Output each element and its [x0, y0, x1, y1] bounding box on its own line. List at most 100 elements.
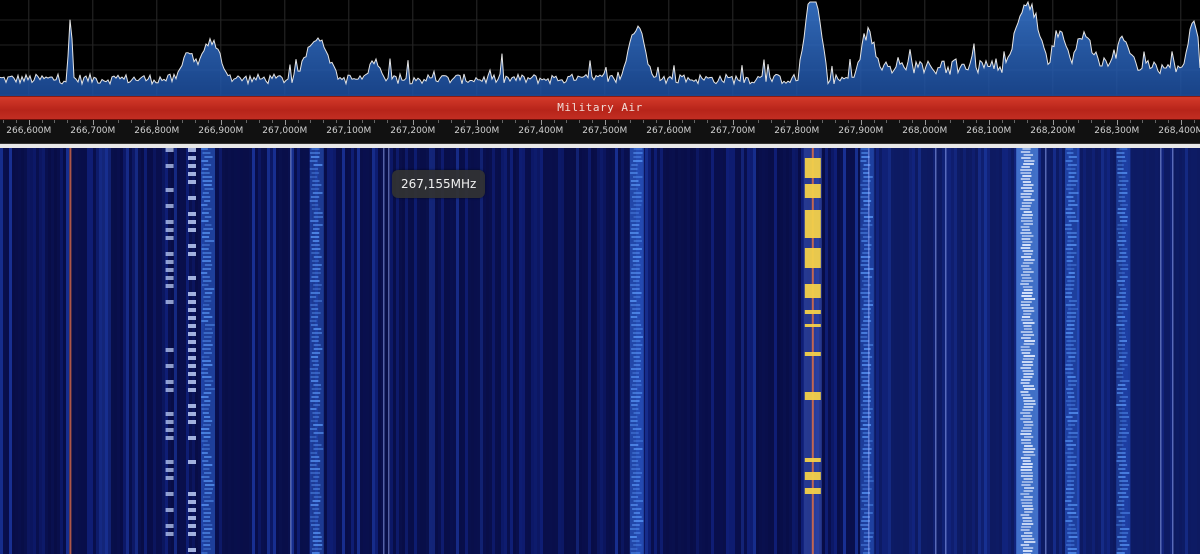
signal-speckle	[860, 428, 868, 430]
waterfall-signal[interactable]	[629, 148, 644, 554]
waterfall-signal[interactable]	[1065, 148, 1079, 554]
frequency-axis[interactable]: 266,600M 266,700M 266,800M 266,900M 267,000M…	[0, 120, 1200, 144]
signal-speckle	[203, 164, 212, 166]
signal-speckle	[1024, 445, 1033, 447]
signal-speckle	[860, 160, 867, 162]
axis-minor-tick	[1078, 120, 1080, 123]
spectrum-plot[interactable]	[0, 0, 1200, 96]
signal-speckle	[1065, 296, 1073, 298]
waterfall-signal[interactable]	[803, 148, 822, 554]
signal-speckle	[1067, 280, 1075, 282]
signal-speckle	[630, 416, 638, 418]
burst-segment	[188, 220, 196, 224]
signal-speckle	[202, 376, 212, 378]
signal-speckle	[1065, 212, 1076, 214]
axis-minor-tick	[502, 120, 504, 123]
axis-minor-tick	[3, 120, 5, 123]
axis-minor-tick	[169, 120, 171, 123]
axis-minor-tick	[1091, 120, 1093, 123]
signal-speckle	[1068, 220, 1079, 222]
burst-segment	[188, 380, 196, 384]
noise-column	[483, 148, 486, 554]
noise-column	[162, 148, 165, 554]
signal-speckle	[1020, 382, 1030, 384]
waterfall-signal[interactable]	[69, 148, 72, 554]
waterfall-signal[interactable]	[1116, 148, 1131, 554]
signal-speckle	[630, 388, 638, 390]
signal-speckle	[1065, 348, 1076, 350]
noise-column	[855, 148, 858, 554]
signal-speckle	[1119, 396, 1128, 398]
signal-speckle	[311, 276, 319, 278]
signal-speckle	[862, 448, 872, 450]
noise-column	[699, 148, 702, 554]
waterfall-signal[interactable]	[309, 148, 324, 554]
noise-column	[756, 148, 759, 554]
signal-speckle	[204, 328, 212, 330]
signal-speckle	[1020, 304, 1031, 306]
noise-column	[609, 148, 612, 554]
burst-segment	[188, 196, 196, 200]
axis-tick-label: 268,400M	[1158, 126, 1200, 136]
spectrum-display[interactable]	[0, 0, 1200, 96]
signal-speckle	[313, 224, 323, 226]
noise-column	[339, 148, 342, 554]
waterfall-plot[interactable]	[0, 148, 1200, 554]
signal-speckle	[1022, 427, 1032, 429]
signal-speckle	[1068, 192, 1079, 194]
noise-column	[429, 148, 432, 554]
signal-speckle	[1021, 502, 1033, 504]
noise-column	[828, 148, 831, 554]
noise-column	[714, 148, 717, 554]
waterfall-display[interactable]	[0, 148, 1200, 554]
signal-speckle	[202, 460, 209, 462]
noise-column	[306, 148, 309, 554]
signal-speckle	[1065, 284, 1075, 286]
signal-speckle	[860, 232, 868, 234]
signal-speckle	[1020, 346, 1030, 348]
signal-speckle	[310, 524, 320, 526]
signal-speckle	[1021, 352, 1031, 354]
axis-tick	[1052, 120, 1054, 125]
noise-column	[354, 148, 357, 554]
waterfall-signal[interactable]	[201, 148, 215, 554]
signal-speckle	[1117, 368, 1125, 370]
signal-speckle	[1065, 208, 1073, 210]
noise-column	[501, 148, 504, 554]
axis-tick	[924, 120, 926, 125]
noise-column	[768, 148, 771, 554]
signal-speckle	[312, 264, 322, 266]
signal-speckle	[1021, 361, 1033, 363]
signal-speckle	[201, 368, 208, 370]
band-plan-bar[interactable]: Military Air	[0, 96, 1200, 120]
noise-column	[402, 148, 405, 554]
axis-minor-tick	[1129, 120, 1131, 123]
axis-tick	[1180, 120, 1182, 125]
signal-speckle	[1117, 536, 1127, 538]
signal-speckle	[633, 544, 642, 546]
axis-minor-tick	[451, 120, 453, 123]
signal-speckle	[1023, 421, 1033, 423]
signal-speckle	[1065, 372, 1074, 374]
waterfall-signal[interactable]	[860, 148, 875, 554]
signal-speckle	[1118, 304, 1129, 306]
signal-speckle	[1066, 496, 1074, 498]
axis-minor-tick	[707, 120, 709, 123]
noise-column	[99, 148, 102, 554]
noise-column	[471, 148, 474, 554]
signal-speckle	[1066, 468, 1074, 470]
signal-speckle	[1021, 523, 1034, 525]
signal-speckle	[1116, 524, 1126, 526]
burst-segment	[165, 220, 174, 224]
signal-speckle	[310, 464, 317, 466]
axis-tick	[92, 120, 94, 125]
signal-speckle	[1065, 472, 1076, 474]
signal-speckle	[1023, 397, 1033, 399]
signal-speckle	[312, 416, 320, 418]
signal-speckle	[1118, 500, 1125, 502]
signal-speckle	[630, 548, 638, 550]
signal-speckle	[1066, 392, 1075, 394]
signal-speckle	[1068, 380, 1078, 382]
signal-speckle	[1117, 164, 1124, 166]
waterfall-signal[interactable]	[1016, 148, 1039, 554]
